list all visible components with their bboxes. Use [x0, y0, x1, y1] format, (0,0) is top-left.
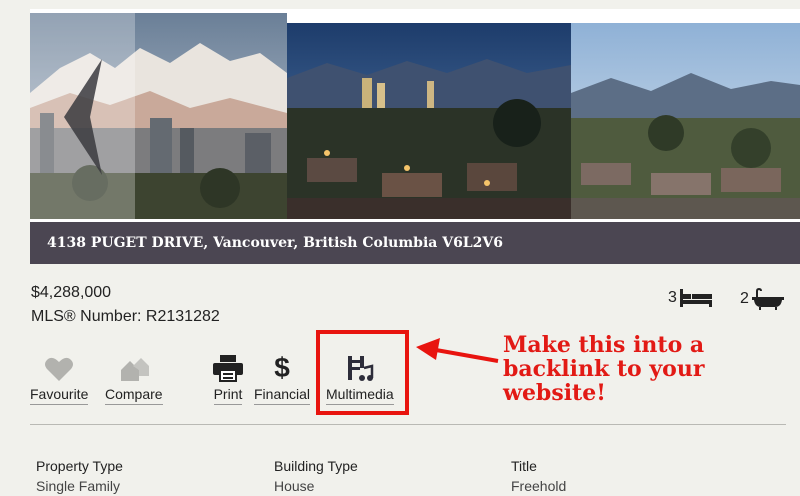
- compare-button[interactable]: Compare: [105, 352, 163, 405]
- mls-number: MLS® Number: R2131282: [31, 308, 220, 325]
- detail-value: Single Family: [36, 478, 121, 494]
- photo-gallery: 4138 PUGET DRIVE, Vancouver, British Col…: [30, 9, 800, 264]
- compare-label: Compare: [105, 386, 163, 405]
- annotation-highlight-box: [316, 330, 409, 415]
- dollar-icon: $: [274, 352, 290, 383]
- houses-icon: [120, 358, 149, 381]
- detail-building-type: Building Type House: [274, 456, 358, 496]
- detail-heading: Building Type: [274, 458, 358, 474]
- listing-price: $4,288,000: [31, 284, 112, 301]
- financial-label: Financial: [254, 386, 311, 405]
- previous-photo-chevron-icon[interactable]: [56, 59, 108, 175]
- detail-title: Title Freehold: [511, 456, 566, 496]
- printer-icon: [213, 355, 243, 382]
- section-divider: [30, 424, 786, 425]
- detail-heading: Property Type: [36, 458, 123, 474]
- detail-heading: Title: [511, 458, 537, 474]
- listing-photo-2[interactable]: [287, 23, 571, 219]
- bedrooms: 3: [668, 288, 713, 308]
- detail-value: House: [274, 478, 315, 494]
- annotation-callout: Make this into a backlink to your websit…: [503, 332, 705, 406]
- bathroom-count: 2: [740, 290, 749, 307]
- print-label: Print: [213, 386, 243, 405]
- bed-icon: [679, 289, 712, 307]
- bathtub-icon: [751, 288, 784, 310]
- listing-photo-3[interactable]: [571, 23, 800, 219]
- detail-property-type: Property Type Single Family: [36, 456, 123, 496]
- annotation-arrow-icon: [416, 338, 499, 363]
- print-button[interactable]: Print: [212, 352, 244, 405]
- listing-address: 4138 PUGET DRIVE, Vancouver, British Col…: [30, 222, 800, 264]
- heart-icon: [45, 357, 74, 381]
- financial-button[interactable]: $ Financial: [254, 352, 311, 405]
- bedroom-count: 3: [668, 289, 677, 306]
- detail-value: Freehold: [511, 478, 567, 494]
- favourite-button[interactable]: Favourite: [30, 352, 89, 405]
- favourite-label: Favourite: [30, 386, 89, 405]
- bathrooms: 2: [740, 288, 785, 310]
